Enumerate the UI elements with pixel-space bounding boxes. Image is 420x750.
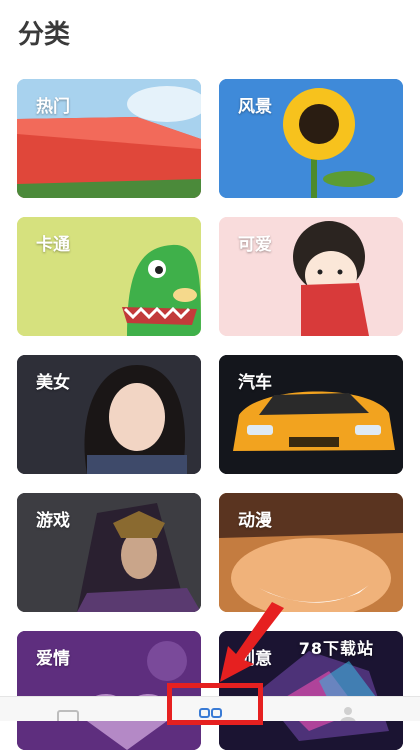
category-card-scenery[interactable]: 风景 (219, 79, 403, 198)
category-card-anime[interactable]: 动漫 (219, 493, 403, 612)
category-label: 风景 (238, 97, 272, 117)
category-label: 游戏 (36, 511, 70, 531)
category-label: 美女 (36, 373, 70, 393)
category-card-hot[interactable]: 热门 (17, 79, 201, 198)
category-label: 卡通 (36, 235, 70, 255)
active-tab-highlight (167, 683, 263, 725)
red-arrow-annotation (220, 602, 284, 682)
category-label: 热门 (36, 97, 70, 117)
home-icon (57, 710, 79, 726)
category-card-cute[interactable]: 可爱 (219, 217, 403, 336)
category-card-beauty[interactable]: 美女 (17, 355, 201, 474)
profile-icon (340, 707, 356, 723)
nav-profile[interactable] (330, 697, 366, 723)
category-card-cartoon[interactable]: 卡通 (17, 217, 201, 336)
category-label: 可爱 (238, 235, 272, 255)
category-card-game[interactable]: 游戏 (17, 493, 201, 612)
page-title: 分类 (18, 20, 71, 50)
watermark-text: 78下载站 (298, 639, 374, 658)
nav-home[interactable] (50, 697, 86, 726)
category-card-car[interactable]: 汽车 (219, 355, 403, 474)
category-label: 动漫 (238, 511, 272, 531)
category-label: 爱情 (36, 649, 70, 669)
category-label: 汽车 (238, 373, 272, 393)
